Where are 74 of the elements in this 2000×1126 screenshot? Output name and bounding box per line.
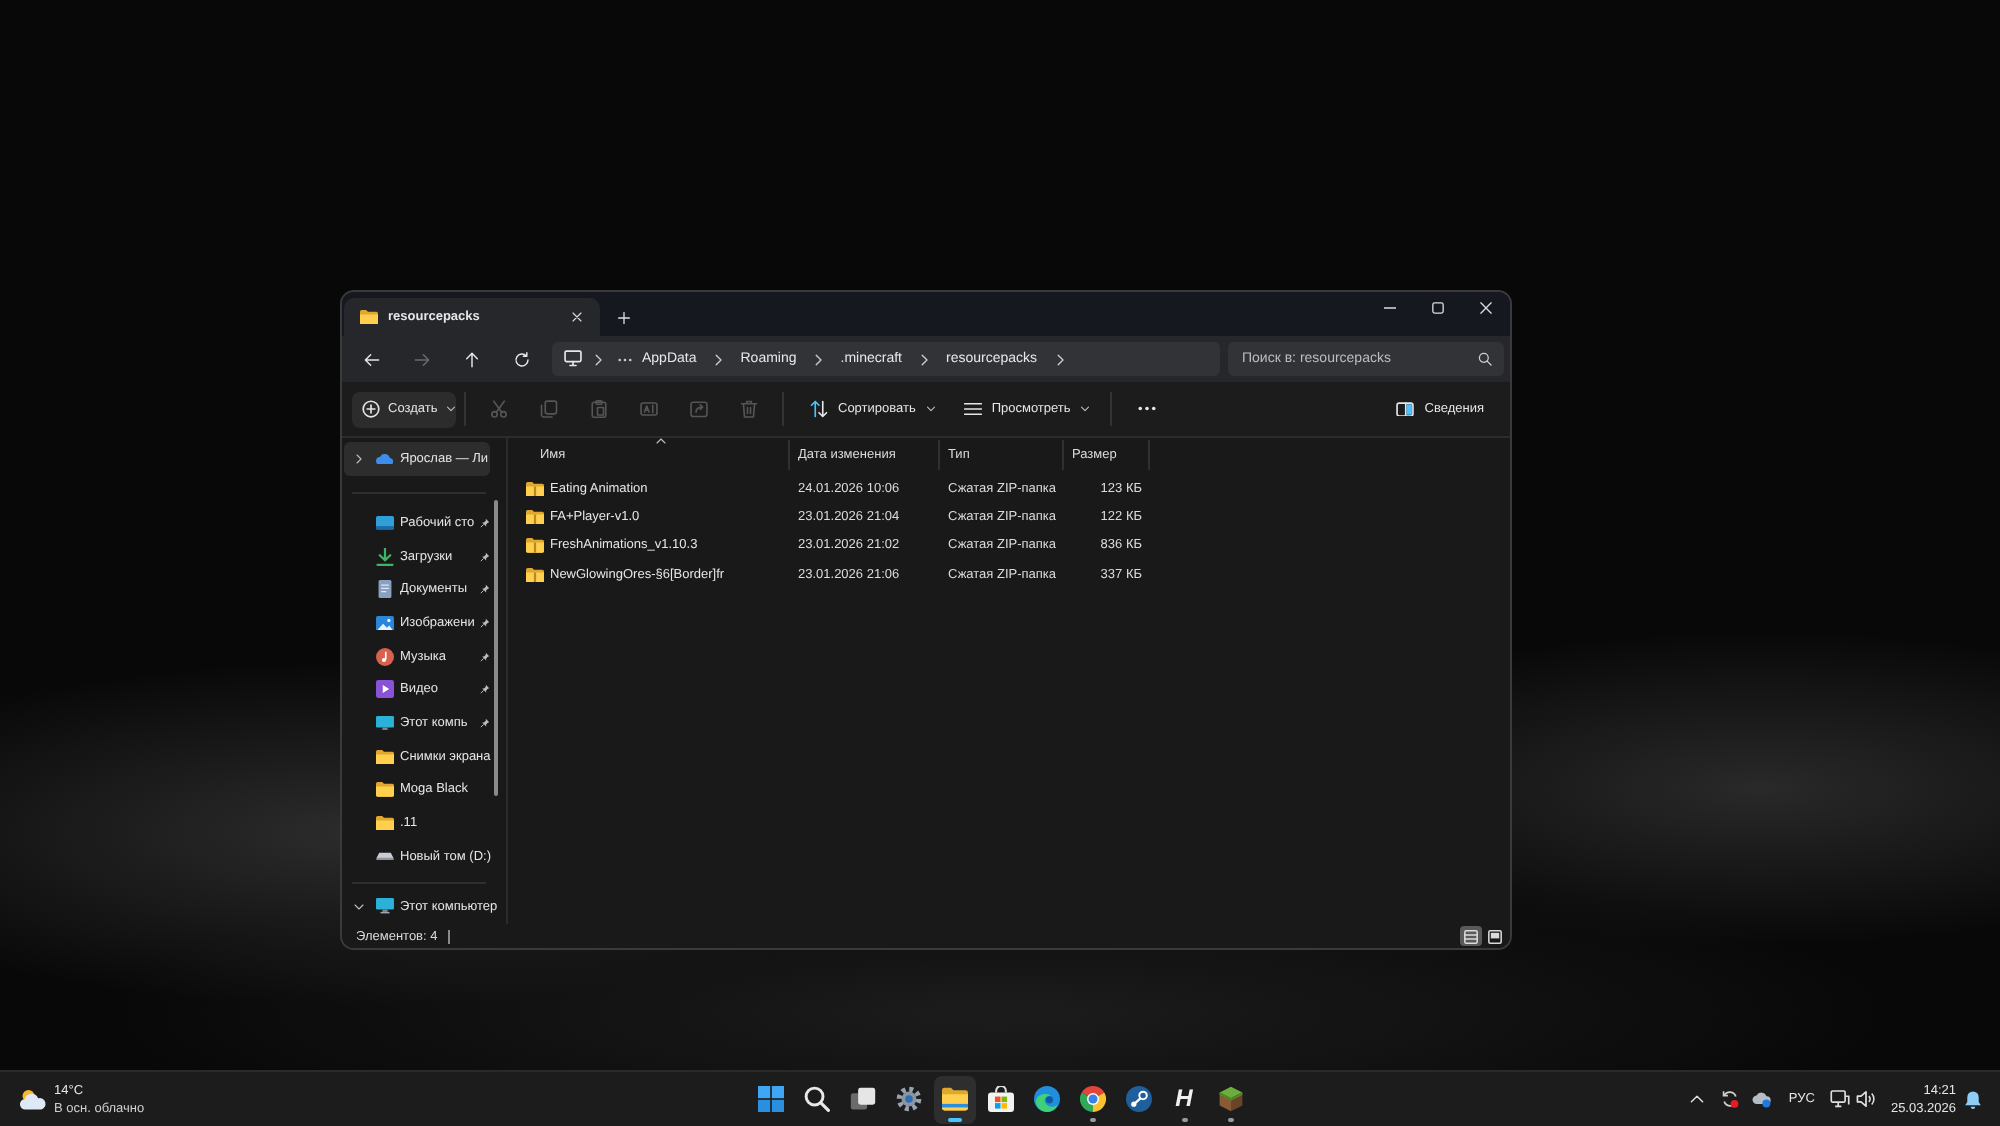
folder-icon <box>360 309 378 325</box>
caret-icon <box>445 406 456 412</box>
chevron-right-icon[interactable] <box>920 353 928 365</box>
tiles-view-button[interactable] <box>1484 926 1506 946</box>
close-icon <box>1480 302 1492 314</box>
download-icon <box>376 547 394 566</box>
cloud-sun-icon <box>18 1088 48 1110</box>
caret-icon <box>925 406 936 412</box>
picture-icon <box>376 615 394 631</box>
list-icon <box>1464 929 1478 943</box>
bell-icon[interactable] <box>1964 1089 1982 1109</box>
folder-icon <box>376 782 394 797</box>
side-panel-icon <box>1396 401 1415 417</box>
share-icon <box>690 400 708 418</box>
folder-icon <box>941 1086 967 1112</box>
search-icon <box>1478 352 1492 366</box>
scroll-bar[interactable] <box>494 500 498 796</box>
chevron-right-icon[interactable] <box>354 454 364 464</box>
zip-folder-icon <box>526 509 544 525</box>
cloud-icon[interactable] <box>1752 1090 1773 1108</box>
desktop-icon <box>376 515 394 530</box>
monitor-icon <box>376 898 394 914</box>
zip-folder-icon <box>526 567 544 583</box>
chevron-down-icon[interactable] <box>354 901 364 912</box>
arrow-up-icon <box>463 351 479 367</box>
plus-icon <box>618 311 630 323</box>
minimize-icon <box>1384 302 1396 314</box>
chevron-right-icon[interactable] <box>814 353 823 365</box>
scissors-icon <box>490 400 508 418</box>
folder-icon <box>376 815 394 831</box>
maximize-icon <box>1432 302 1444 314</box>
speaker-icon[interactable] <box>1856 1090 1877 1108</box>
shopping-bag-icon <box>987 1086 1013 1112</box>
drive-icon <box>376 851 394 861</box>
document-icon <box>376 580 394 599</box>
zip-folder-icon <box>526 481 544 496</box>
zip-folder-icon <box>526 538 544 554</box>
clipboard-icon <box>590 400 608 418</box>
monitor-icon[interactable] <box>1830 1090 1851 1108</box>
copy-icon <box>540 400 558 418</box>
monitor-icon <box>376 715 394 731</box>
grass-block-icon <box>1217 1086 1243 1112</box>
chevron-right-icon[interactable] <box>1055 353 1064 365</box>
more-icon <box>1137 406 1156 412</box>
disc-emblem-icon <box>1125 1086 1151 1112</box>
refresh-icon <box>513 351 529 367</box>
swirl-icon <box>1033 1086 1059 1112</box>
trash-icon <box>740 400 758 418</box>
app-button[interactable]: H <box>1163 1075 1205 1123</box>
monitor-icon <box>564 350 582 368</box>
file-explorer-button[interactable] <box>933 1075 975 1123</box>
plus-circle-icon <box>362 400 380 418</box>
four-tiles-icon <box>757 1086 783 1112</box>
arrow-left-icon <box>363 351 379 367</box>
close-icon <box>572 312 582 322</box>
caret-icon <box>1080 406 1091 412</box>
cloud-icon <box>376 453 394 465</box>
tile-icon <box>1488 929 1502 943</box>
chevron-right-icon[interactable] <box>714 353 723 365</box>
sort-arrows-icon <box>810 400 828 418</box>
circular-arrows-icon[interactable] <box>1720 1090 1741 1108</box>
tricolor-circle-icon <box>1079 1086 1105 1112</box>
music-note-icon <box>376 647 394 666</box>
search-icon <box>803 1086 829 1112</box>
arrow-right-icon <box>413 351 429 367</box>
folder-icon <box>376 749 394 764</box>
overlapping-windows-icon <box>849 1086 875 1112</box>
chevron-right-icon[interactable] <box>594 353 602 365</box>
list-icon <box>963 400 982 418</box>
chevron-up-icon <box>1689 1092 1704 1106</box>
gear-icon <box>895 1086 921 1112</box>
rename-icon <box>640 400 658 418</box>
video-icon <box>376 680 394 699</box>
details-view-button[interactable] <box>1460 926 1482 946</box>
